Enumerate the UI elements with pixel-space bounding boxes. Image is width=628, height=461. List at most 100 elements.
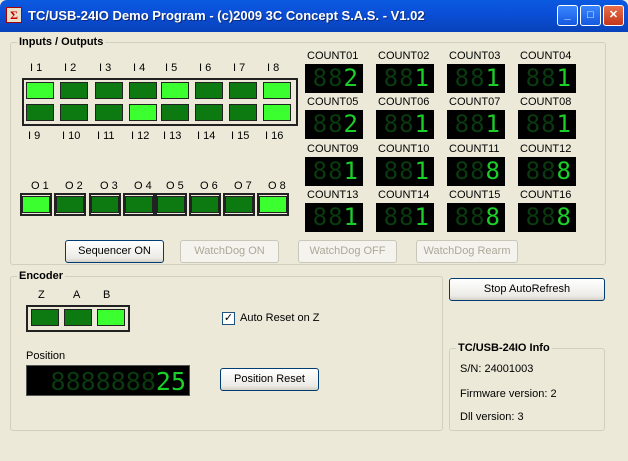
counter-value: 2 <box>343 64 359 92</box>
input-label: I 13 <box>163 130 182 142</box>
counter-display: 881 <box>305 203 363 232</box>
counter-label: COUNT04 <box>520 50 572 62</box>
input-label: I 7 <box>233 62 246 74</box>
counter-value: 1 <box>556 64 572 92</box>
output-lamp[interactable] <box>225 196 253 213</box>
close-button[interactable]: ✕ <box>603 5 624 26</box>
counter-unlit-digits: 88 <box>312 203 344 231</box>
counter-label: COUNT12 <box>520 143 572 155</box>
input-lamp <box>161 82 189 99</box>
output-label: O 5 <box>166 180 184 192</box>
output-lamp[interactable] <box>157 196 185 213</box>
input-label: I 15 <box>231 130 250 142</box>
counter-unlit-digits: 88 <box>383 64 415 92</box>
counter-value: 1 <box>485 64 501 92</box>
stop-autorefresh-button[interactable]: Stop AutoRefresh <box>449 278 605 301</box>
counter-unlit-digits: 88 <box>525 157 557 185</box>
input-lamp <box>95 82 123 99</box>
input-label: I 3 <box>99 62 112 74</box>
info-group-title: TC/USB-24IO Info <box>456 342 552 354</box>
position-reset-button[interactable]: Position Reset <box>220 368 319 391</box>
counter-unlit-digits: 88 <box>312 110 344 138</box>
counter-label: COUNT15 <box>449 189 501 201</box>
output-lamp[interactable] <box>259 196 287 213</box>
counter-unlit-digits: 88 <box>383 157 415 185</box>
input-label: I 5 <box>165 62 178 74</box>
input-lamp <box>161 104 189 121</box>
minimize-button[interactable]: _ <box>557 5 578 26</box>
input-label: I 4 <box>133 62 146 74</box>
counter-display: 881 <box>447 110 505 139</box>
input-lamp <box>129 82 157 99</box>
encoder-lamp <box>97 309 125 326</box>
counter-unlit-digits: 88 <box>312 157 344 185</box>
app-logo-icon[interactable]: Σ <box>6 7 22 23</box>
output-lamp[interactable] <box>22 196 50 213</box>
counter-value: 8 <box>556 203 572 231</box>
counter-unlit-digits: 88 <box>525 64 557 92</box>
watchdog-on-button[interactable]: WatchDog ON <box>180 240 279 263</box>
counter-unlit-digits: 88 <box>525 110 557 138</box>
window-title: TC/USB-24IO Demo Program - (c)2009 3C Co… <box>28 8 425 23</box>
counter-unlit-digits: 88 <box>454 203 486 231</box>
counter-label: COUNT05 <box>307 96 359 108</box>
input-lamp <box>195 104 223 121</box>
input-label: I 14 <box>197 130 216 142</box>
counter-unlit-digits: 88 <box>383 203 415 231</box>
output-label: O 8 <box>268 180 286 192</box>
autoreset-label: Auto Reset on Z <box>240 312 320 324</box>
input-lamp <box>195 82 223 99</box>
counter-value: 1 <box>343 203 359 231</box>
counter-value: 2 <box>343 110 359 138</box>
output-lamp[interactable] <box>125 196 153 213</box>
input-label: I 16 <box>265 130 284 142</box>
position-display: 888888825 <box>26 365 190 396</box>
counter-label: COUNT07 <box>449 96 501 108</box>
input-lamp <box>26 104 54 121</box>
counter-unlit-digits: 88 <box>454 64 486 92</box>
counter-unlit-digits: 88 <box>383 110 415 138</box>
input-label: I 11 <box>97 130 115 142</box>
autoreset-checkbox[interactable]: ✓ <box>222 312 235 325</box>
maximize-button[interactable]: □ <box>580 5 601 26</box>
output-label: O 2 <box>65 180 83 192</box>
output-label: O 1 <box>31 180 49 192</box>
counter-label: COUNT10 <box>378 143 430 155</box>
firmware-version: Firmware version: 2 <box>460 388 557 400</box>
input-lamp <box>60 104 88 121</box>
watchdog-off-button[interactable]: WatchDog OFF <box>298 240 397 263</box>
input-lamp <box>263 104 291 121</box>
counter-label: COUNT01 <box>307 50 359 62</box>
counter-label: COUNT09 <box>307 143 359 155</box>
counter-display: 888 <box>447 157 505 186</box>
counter-value: 1 <box>414 203 430 231</box>
input-lamp <box>129 104 157 121</box>
counter-label: COUNT14 <box>378 189 430 201</box>
counter-value: 1 <box>414 64 430 92</box>
counter-label: COUNT16 <box>520 189 572 201</box>
serial-number: S/N: 24001003 <box>460 363 534 375</box>
counter-label: COUNT11 <box>449 143 500 155</box>
counter-label: COUNT02 <box>378 50 430 62</box>
dll-version: Dll version: 3 <box>460 411 524 423</box>
encoder-channel-label: A <box>73 289 81 301</box>
output-lamp[interactable] <box>56 196 84 213</box>
sequencer-on-button[interactable]: Sequencer ON <box>65 240 164 263</box>
position-value: 25 <box>155 367 186 396</box>
counter-value: 1 <box>485 110 501 138</box>
counter-value: 1 <box>414 157 430 185</box>
input-lamp <box>26 82 54 99</box>
counter-label: COUNT03 <box>449 50 501 62</box>
counter-display: 888 <box>447 203 505 232</box>
title-bar[interactable]: Σ TC/USB-24IO Demo Program - (c)2009 3C … <box>0 0 628 32</box>
counter-display: 881 <box>518 64 576 93</box>
encoder-channel-label: Z <box>38 289 45 301</box>
output-label: O 3 <box>100 180 118 192</box>
encoder-lamp <box>64 309 92 326</box>
encoder-lamp <box>31 309 59 326</box>
watchdog-rearm-button[interactable]: WatchDog Rearm <box>416 240 518 263</box>
output-lamp[interactable] <box>191 196 219 213</box>
counter-unlit-digits: 88 <box>454 110 486 138</box>
output-lamp[interactable] <box>91 196 119 213</box>
counter-value: 1 <box>343 157 359 185</box>
